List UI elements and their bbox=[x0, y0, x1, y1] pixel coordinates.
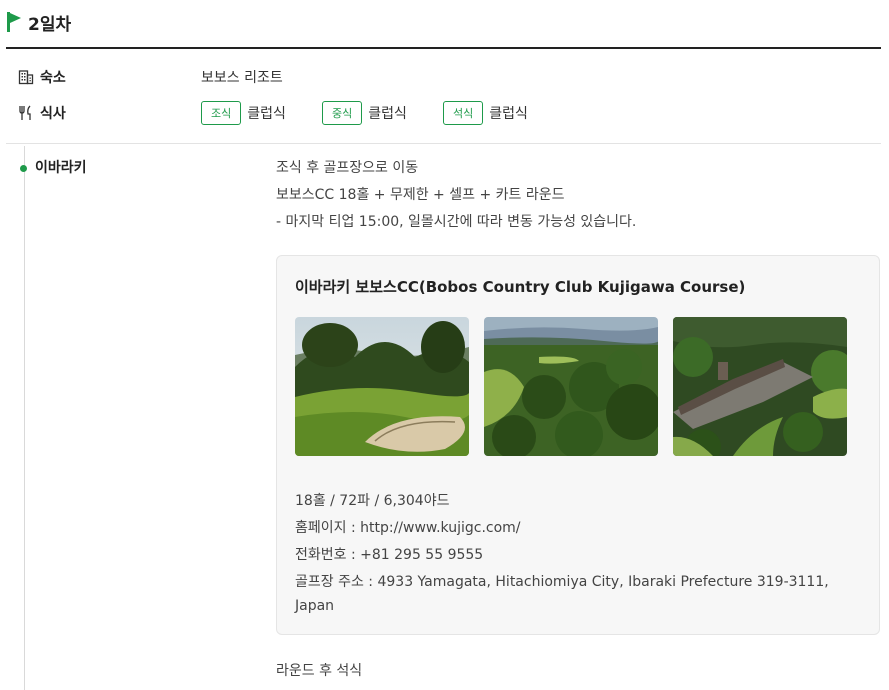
course-address: 골프장 주소 : 4933 Yamagata, Hitachiomiya Cit… bbox=[295, 574, 829, 590]
schedule-line: 보보스CC 18홀 + 무제한 + 셀프 + 카트 라운드 bbox=[276, 187, 565, 203]
golf-course-card: 이바라키 보보스CC(Bobos Country Club Kujigawa C… bbox=[276, 255, 880, 635]
course-title: 이바라키 보보스CC(Bobos Country Club Kujigawa C… bbox=[295, 278, 746, 296]
clubhouse-aerial-photo[interactable] bbox=[673, 317, 847, 456]
fork-knife-icon bbox=[18, 105, 34, 121]
course-info-line: 18홀 / 72파 / 6,304야드 bbox=[295, 493, 450, 509]
meal-badge: 석식 bbox=[443, 101, 484, 125]
meal-text: 클럽식 bbox=[247, 106, 286, 122]
meal-text: 클럽식 bbox=[489, 106, 528, 122]
meal-text: 클럽식 bbox=[368, 106, 407, 122]
course-address-cont: Japan bbox=[295, 598, 335, 614]
meals-row: 식사 조식 클럽식 중식 클럽식 석식 클럽식 bbox=[18, 100, 618, 126]
schedule-line: - 마지막 티업 15:00, 일몰시간에 따라 변동 가능성 있습니다. bbox=[276, 214, 637, 230]
header-divider bbox=[6, 47, 881, 49]
golf-bunker-photo[interactable] bbox=[295, 317, 469, 456]
meal-dinner: 석식 클럽식 bbox=[443, 101, 528, 125]
schedule-line: 조식 후 골프장으로 이동 bbox=[276, 160, 419, 176]
timeline-dot bbox=[20, 165, 27, 172]
meal-breakfast: 조식 클럽식 bbox=[201, 101, 286, 125]
meal-lunch: 중식 클럽식 bbox=[322, 101, 407, 125]
day-header: 2일차 bbox=[6, 8, 71, 36]
flag-icon bbox=[7, 12, 21, 32]
meal-badge: 조식 bbox=[201, 101, 242, 125]
meal-badge: 중식 bbox=[322, 101, 363, 125]
forest-fairway-photo[interactable] bbox=[484, 317, 658, 456]
accommodation-label: 숙소 bbox=[40, 70, 66, 86]
accommodation-value: 보보스 리조트 bbox=[201, 70, 283, 86]
accommodation-row: 숙소 보보스 리조트 bbox=[18, 64, 283, 90]
course-phone: 전화번호 : +81 295 55 9555 bbox=[295, 547, 484, 563]
location-name: 이바라키 bbox=[35, 160, 87, 176]
timeline-line bbox=[24, 146, 25, 690]
meals-label: 식사 bbox=[40, 106, 66, 122]
day-title: 2일차 bbox=[28, 14, 72, 35]
course-homepage[interactable]: 홈페이지 : http://www.kujigc.com/ bbox=[295, 517, 521, 537]
building-icon bbox=[18, 69, 34, 85]
after-round-text: 라운드 후 석식 bbox=[276, 663, 363, 679]
section-divider bbox=[6, 143, 881, 144]
